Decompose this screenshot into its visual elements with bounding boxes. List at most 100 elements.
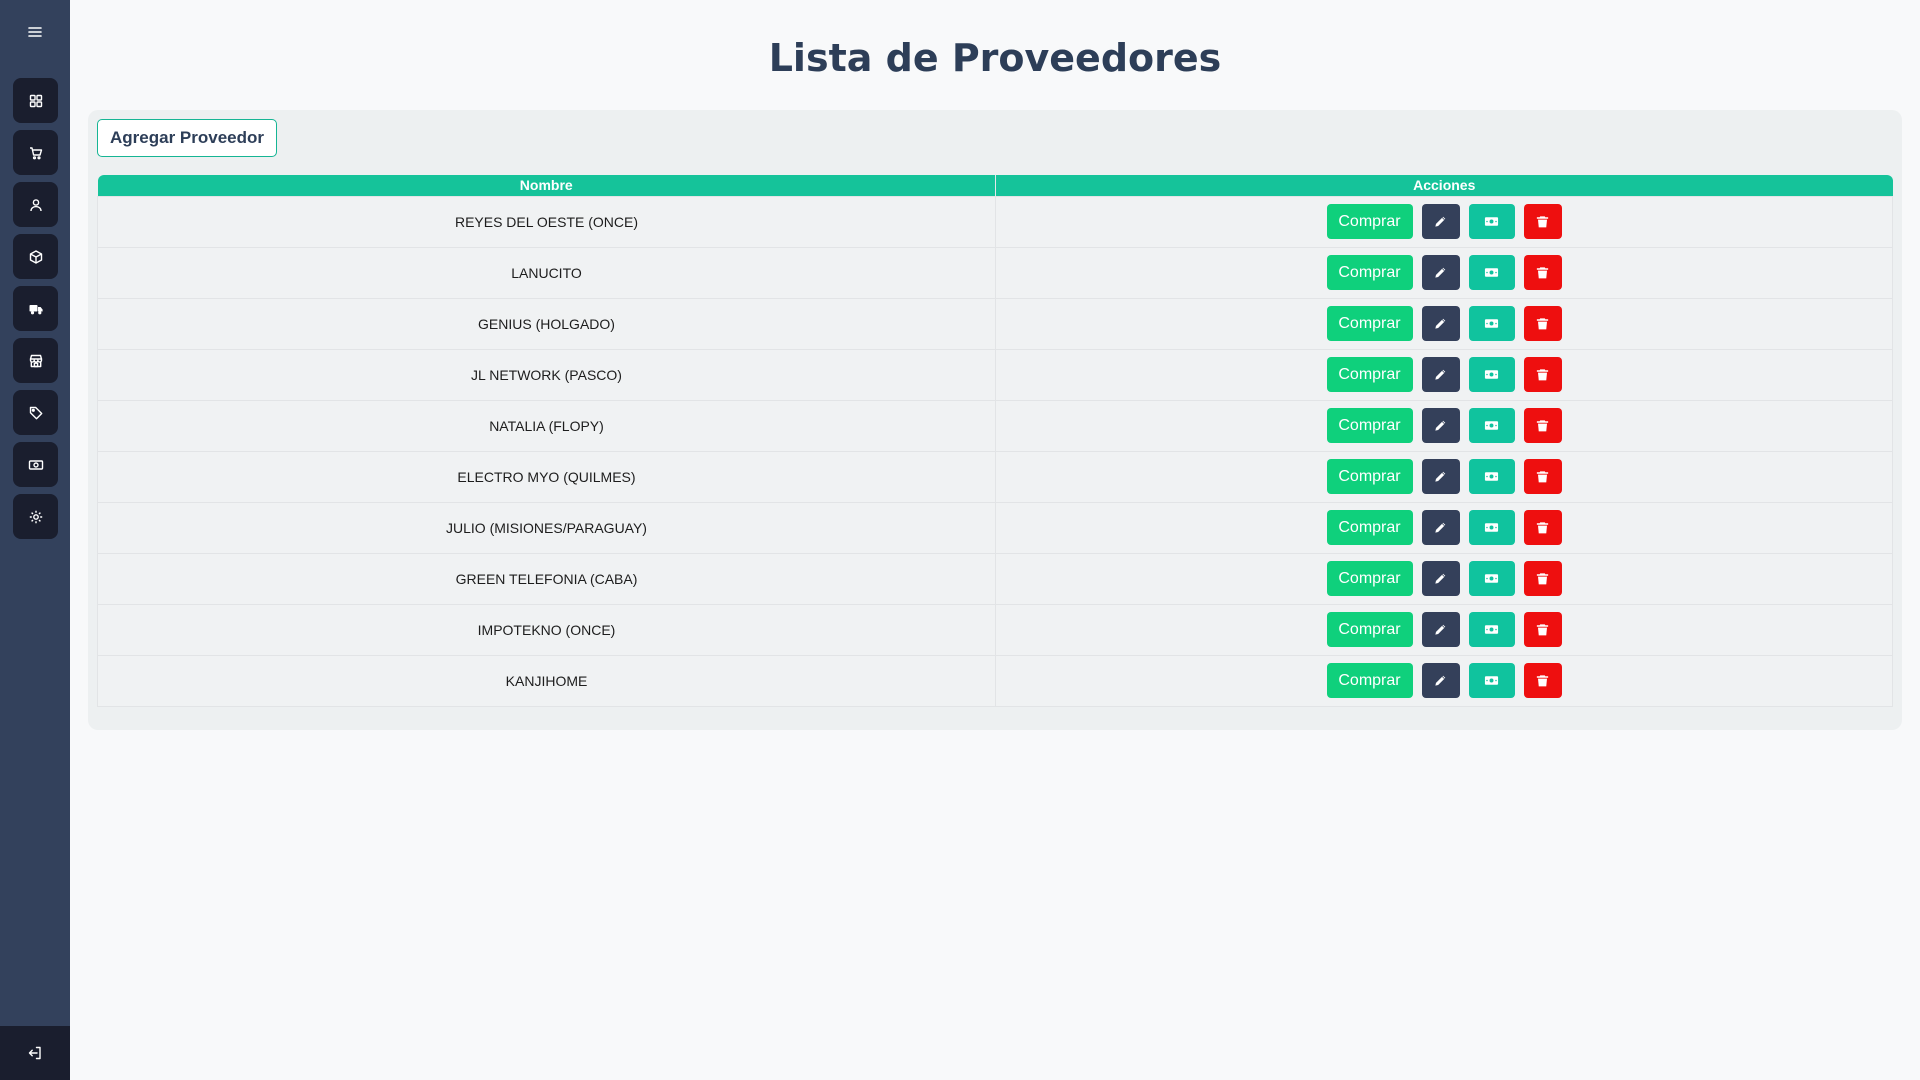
tag-icon [29, 406, 42, 419]
delete-button[interactable] [1523, 663, 1562, 698]
payment-button[interactable] [1468, 408, 1515, 443]
trash-icon [1536, 471, 1549, 483]
row-actions: Comprar [1326, 459, 1562, 494]
buy-button[interactable]: Comprar [1326, 459, 1413, 494]
buy-button[interactable]: Comprar [1326, 561, 1413, 596]
delete-button[interactable] [1523, 255, 1562, 290]
pencil-icon [1435, 420, 1446, 431]
buy-button[interactable]: Comprar [1326, 408, 1413, 443]
payment-button[interactable] [1468, 204, 1515, 239]
pencil-icon [1435, 675, 1446, 686]
delete-button[interactable] [1523, 306, 1562, 341]
buy-button[interactable]: Comprar [1326, 204, 1413, 239]
buy-button[interactable]: Comprar [1326, 357, 1413, 392]
user-icon [29, 198, 42, 211]
money-bill-icon [1484, 268, 1499, 277]
delete-button[interactable] [1523, 204, 1562, 239]
actions-cell: Comprar [995, 552, 1893, 605]
table-row: IMPOTEKNO (ONCE) Comprar [97, 603, 1893, 656]
hamburger-icon [28, 27, 42, 37]
edit-button[interactable] [1421, 459, 1460, 494]
actions-cell: Comprar [995, 501, 1893, 554]
trash-icon [1536, 420, 1549, 432]
pencil-icon [1435, 624, 1446, 635]
buy-button[interactable]: Comprar [1326, 306, 1413, 341]
money-bill-icon [1484, 421, 1499, 430]
trash-icon [1536, 216, 1549, 228]
row-actions: Comprar [1326, 306, 1562, 341]
edit-button[interactable] [1421, 663, 1460, 698]
row-actions: Comprar [1326, 612, 1562, 647]
edit-button[interactable] [1421, 204, 1460, 239]
table-header-row: Nombre Acciones [97, 175, 1893, 196]
buy-button[interactable]: Comprar [1326, 510, 1413, 545]
delete-button[interactable] [1523, 408, 1562, 443]
add-supplier-button[interactable]: Agregar Proveedor [97, 119, 277, 157]
sidebar-item-settings[interactable] [13, 494, 58, 539]
actions-cell: Comprar [995, 246, 1893, 299]
delete-button[interactable] [1523, 612, 1562, 647]
trash-icon [1536, 675, 1549, 687]
logout-button[interactable] [0, 1026, 70, 1080]
sidebar-item-tags[interactable] [13, 390, 58, 435]
supplier-name: JULIO (MISIONES/PARAGUAY) [97, 501, 996, 554]
table-row: GREEN TELEFONIA (CABA) Comprar [97, 552, 1893, 605]
sidebar [0, 0, 70, 1080]
supplier-name: LANUCITO [97, 246, 996, 299]
payment-button[interactable] [1468, 663, 1515, 698]
menu-toggle-button[interactable] [0, 0, 70, 64]
sidebar-item-suppliers[interactable] [13, 286, 58, 331]
payment-button[interactable] [1468, 255, 1515, 290]
supplier-name: GENIUS (HOLGADO) [97, 297, 996, 350]
payment-button[interactable] [1468, 459, 1515, 494]
table-row: KANJIHOME Comprar [97, 654, 1893, 707]
pencil-icon [1435, 471, 1446, 482]
supplier-name: JL NETWORK (PASCO) [97, 348, 996, 401]
payment-button[interactable] [1468, 306, 1515, 341]
buy-button[interactable]: Comprar [1326, 612, 1413, 647]
edit-button[interactable] [1421, 408, 1460, 443]
supplier-name: REYES DEL OESTE (ONCE) [97, 195, 996, 248]
actions-cell: Comprar [995, 603, 1893, 656]
trash-icon [1536, 369, 1549, 381]
buy-button[interactable]: Comprar [1326, 255, 1413, 290]
delete-button[interactable] [1523, 357, 1562, 392]
edit-button[interactable] [1421, 510, 1460, 545]
sidebar-item-purchases[interactable] [13, 130, 58, 175]
payment-button[interactable] [1468, 510, 1515, 545]
trash-icon [1536, 267, 1549, 279]
row-actions: Comprar [1326, 357, 1562, 392]
edit-button[interactable] [1421, 561, 1460, 596]
actions-cell: Comprar [995, 654, 1893, 707]
payment-button[interactable] [1468, 612, 1515, 647]
dashboard-icon [29, 94, 42, 107]
pencil-icon [1435, 522, 1446, 533]
row-actions: Comprar [1326, 408, 1562, 443]
edit-button[interactable] [1421, 357, 1460, 392]
sidebar-item-store[interactable] [13, 338, 58, 383]
payment-button[interactable] [1468, 561, 1515, 596]
suppliers-panel: Agregar Proveedor Nombre Acciones REYES … [88, 110, 1902, 730]
sidebar-item-products[interactable] [13, 234, 58, 279]
money-bill-icon [1484, 472, 1499, 481]
store-icon [29, 354, 42, 367]
delete-button[interactable] [1523, 561, 1562, 596]
trash-icon [1536, 522, 1549, 534]
money-bill-icon [1484, 217, 1499, 226]
edit-button[interactable] [1421, 612, 1460, 647]
buy-button[interactable]: Comprar [1326, 663, 1413, 698]
sidebar-item-dashboard[interactable] [13, 78, 58, 123]
sidebar-item-cash[interactable] [13, 442, 58, 487]
payment-button[interactable] [1468, 357, 1515, 392]
actions-cell: Comprar [995, 399, 1893, 452]
delete-button[interactable] [1523, 510, 1562, 545]
box-icon [29, 249, 42, 264]
edit-button[interactable] [1421, 306, 1460, 341]
trash-icon [1536, 624, 1549, 636]
delete-button[interactable] [1523, 459, 1562, 494]
actions-cell: Comprar [995, 348, 1893, 401]
cart-icon [29, 146, 42, 159]
edit-button[interactable] [1421, 255, 1460, 290]
sidebar-item-clients[interactable] [13, 182, 58, 227]
money-bill-icon [1484, 574, 1499, 583]
